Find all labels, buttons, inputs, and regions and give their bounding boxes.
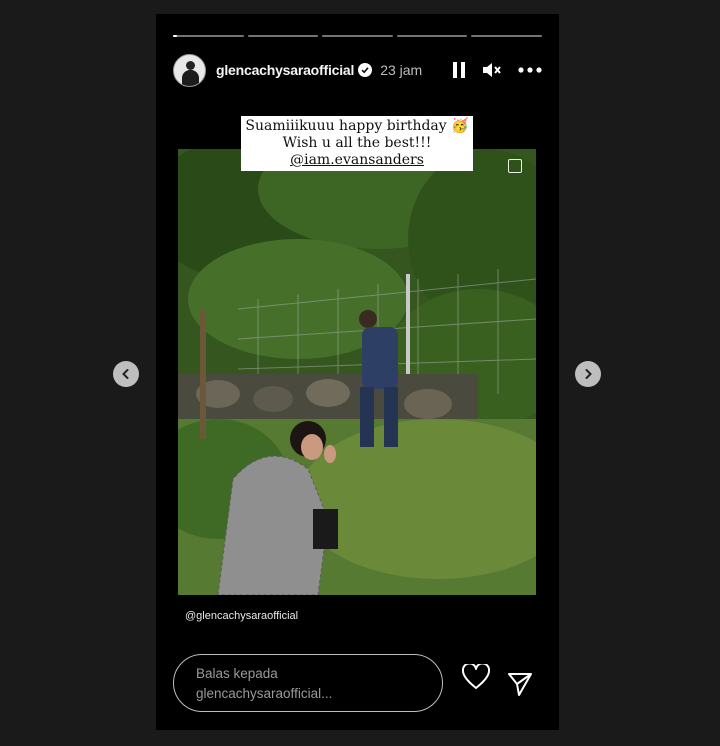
progress-segment	[173, 35, 244, 37]
story-viewer: glencachysaraofficial 23 jam Suamiiikuuu…	[156, 14, 559, 730]
pause-button[interactable]	[452, 61, 466, 79]
pause-icon	[453, 62, 465, 78]
more-icon	[518, 67, 542, 73]
progress-segment	[471, 35, 542, 37]
progress-segment	[322, 35, 393, 37]
send-button[interactable]	[506, 671, 534, 697]
previous-story-button[interactable]	[113, 361, 139, 387]
more-options-button[interactable]	[518, 67, 542, 73]
chevron-left-icon	[122, 369, 129, 379]
like-button[interactable]	[461, 662, 491, 690]
caption-line: Suamiiikuuu happy birthday 🥳	[245, 118, 469, 134]
reply-placeholder-line: glencachysaraofficial...	[196, 686, 333, 701]
username-link[interactable]: glencachysaraofficial	[216, 62, 354, 78]
chevron-right-icon	[585, 369, 592, 379]
photo-credit-link[interactable]: @glencachysaraofficial	[185, 610, 298, 622]
unmute-button[interactable]	[482, 61, 502, 79]
reply-input[interactable]: Balas kepada glencachysaraofficial...	[173, 654, 443, 712]
next-story-button[interactable]	[575, 361, 601, 387]
progress-segment	[396, 35, 468, 37]
story-text-sticker: Suamiiikuuu happy birthday 🥳 Wish u all …	[241, 116, 473, 171]
avatar[interactable]	[173, 53, 206, 87]
story-timestamp: 23 jam	[380, 62, 423, 78]
mention-link[interactable]: @iam.evansanders	[241, 152, 473, 169]
story-photo	[178, 149, 536, 595]
caption-line: Wish u all the best!!!	[282, 135, 432, 151]
story-progress-bar	[173, 35, 542, 37]
progress-segment	[247, 35, 319, 37]
square-icon	[508, 159, 522, 173]
story-header: glencachysaraofficial 23 jam	[173, 52, 542, 88]
verified-badge-icon	[358, 63, 373, 77]
reply-placeholder-line: Balas kepada	[196, 666, 278, 681]
muted-speaker-icon	[483, 63, 501, 77]
send-icon	[508, 673, 532, 696]
heart-icon	[461, 662, 491, 689]
